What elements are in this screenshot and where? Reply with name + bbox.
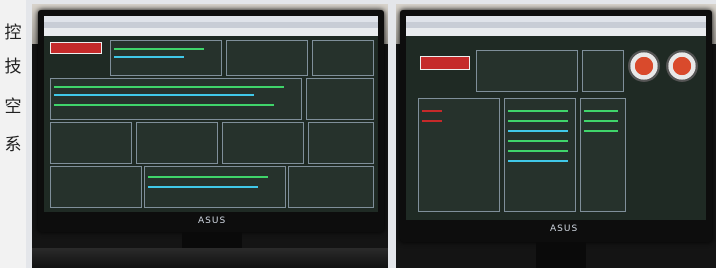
value-line (508, 110, 568, 112)
status-panel (110, 40, 222, 76)
value-line (114, 48, 204, 50)
monitoring-screen (406, 16, 706, 220)
value-line (114, 56, 184, 58)
caption-char: 系 (4, 135, 22, 155)
photo-left-monitor: ASUS (32, 4, 388, 268)
caption-char: 控 (4, 23, 22, 43)
photo-right-monitor: ASUS (396, 4, 716, 268)
side-caption-column: 控 技 空 系 (0, 0, 26, 268)
value-line (54, 94, 254, 96)
process-diagram-panel (476, 50, 578, 92)
status-panel (226, 40, 308, 76)
address-bar (44, 28, 378, 36)
value-line (584, 120, 618, 122)
value-line (508, 150, 568, 152)
equipment-panel (308, 122, 374, 164)
status-panel (312, 40, 374, 76)
monitor-stand (536, 242, 586, 268)
parameter-panel (306, 78, 374, 120)
value-line (584, 130, 618, 132)
value-line (54, 86, 284, 88)
value-line (54, 104, 274, 106)
data-panel (580, 98, 626, 212)
system-title-badge (50, 42, 102, 54)
data-panel (50, 166, 142, 208)
alarm-indicator (422, 110, 442, 112)
monitor-bezel: ASUS (400, 10, 712, 242)
caption-char: 技 (4, 57, 22, 77)
monitor-brand-label: ASUS (198, 216, 227, 226)
value-line (508, 160, 568, 162)
status-panel (582, 50, 624, 92)
monitoring-screen (44, 16, 378, 212)
monitor-brand-label: ASUS (550, 224, 579, 234)
equipment-panel (50, 122, 132, 164)
equipment-panel (222, 122, 304, 164)
value-line (148, 176, 268, 178)
keyboard (32, 248, 388, 268)
temperature-gauge (666, 50, 698, 82)
equipment-panel (136, 122, 218, 164)
value-line (508, 130, 568, 132)
monitor-bezel: ASUS (38, 10, 384, 232)
system-title-badge (420, 56, 470, 70)
value-line (584, 110, 618, 112)
data-panel (288, 166, 374, 208)
value-line (508, 120, 568, 122)
caption-char: 空 (4, 97, 22, 117)
equipment-panel (418, 98, 500, 212)
value-line (148, 186, 258, 188)
value-line (508, 140, 568, 142)
data-panel (504, 98, 576, 212)
address-bar (406, 28, 706, 36)
parameter-panel (50, 78, 302, 120)
pressure-gauge (628, 50, 660, 82)
alarm-indicator (422, 120, 442, 122)
